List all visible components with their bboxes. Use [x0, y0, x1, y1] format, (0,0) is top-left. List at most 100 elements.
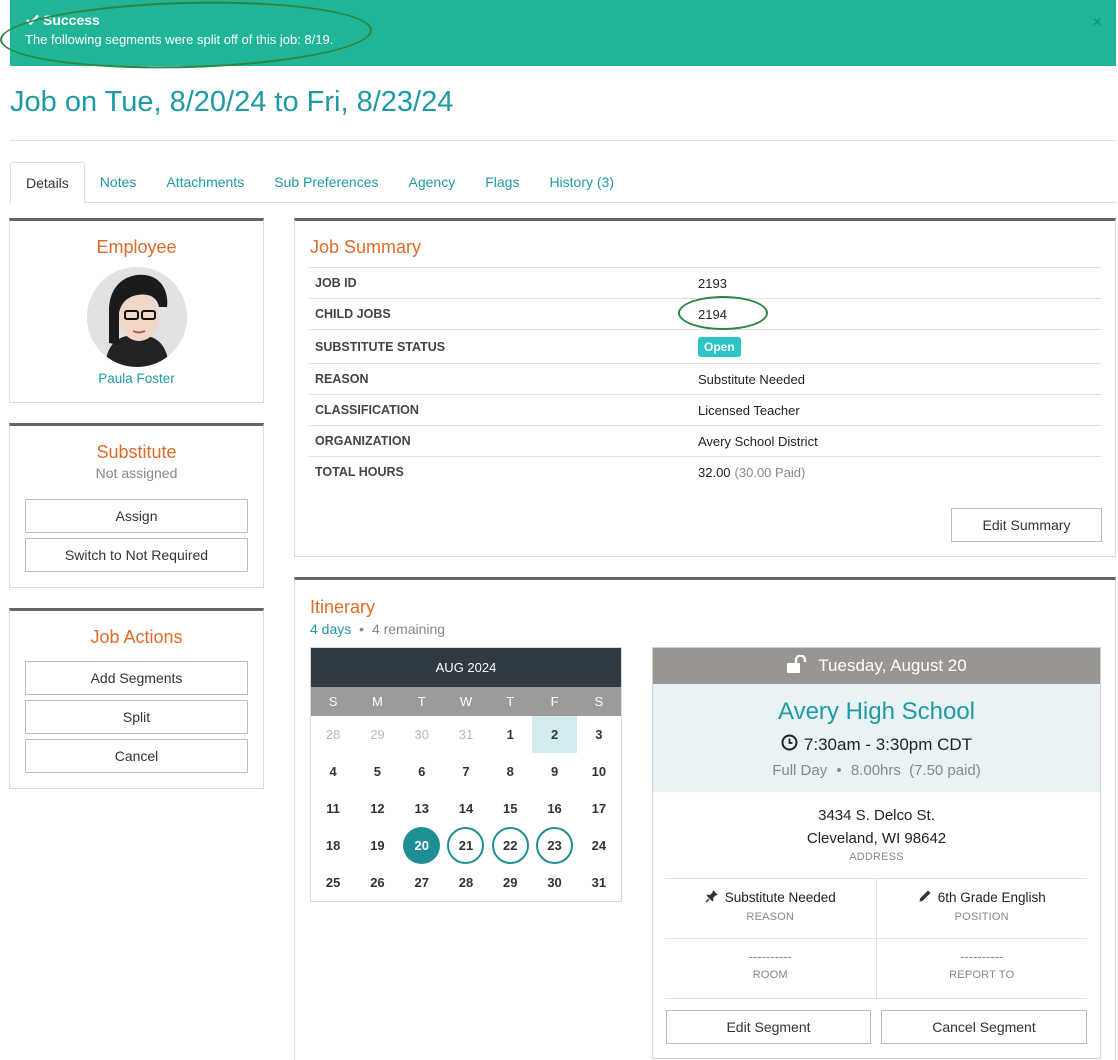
calendar-day-number: 18 [325, 838, 341, 853]
substitute-panel: Substitute Not assigned Assign Switch to… [9, 423, 264, 588]
cancel-job-button[interactable]: Cancel [25, 739, 248, 773]
school-name[interactable]: Avery High School [653, 698, 1100, 726]
divider [10, 140, 1116, 141]
segment-room: ---------- [748, 949, 792, 964]
calendar-day[interactable]: 9 [532, 753, 576, 790]
calendar-day[interactable]: 15 [488, 790, 532, 827]
calendar-day-number: 21 [447, 827, 485, 864]
success-alert: Success The following segments were spli… [10, 0, 1116, 66]
calendar-day-number: 20 [403, 827, 441, 864]
weekday-header: T [506, 694, 515, 709]
calendar-day[interactable]: 29 [488, 864, 532, 901]
add-segments-button[interactable]: Add Segments [25, 661, 248, 695]
calendar-day[interactable]: 5 [355, 753, 399, 790]
calendar-day-number: 11 [326, 801, 341, 816]
calendar-day-number: 19 [370, 838, 385, 853]
calendar-day[interactable]: 21 [444, 827, 488, 864]
split-button[interactable]: Split [25, 700, 248, 734]
calendar-day-number: 3 [595, 727, 603, 742]
calendar-day[interactable]: 7 [444, 753, 488, 790]
tab-history[interactable]: History (3) [534, 162, 629, 203]
calendar-day[interactable]: 12 [355, 790, 399, 827]
summary-row-total-hours: TOTAL HOURS 32.00 (30.00 Paid) [309, 456, 1101, 487]
calendar-day[interactable]: 3 [577, 716, 621, 753]
tab-details[interactable]: Details [10, 162, 85, 204]
calendar-day-number: 22 [491, 827, 529, 864]
cancel-segment-button[interactable]: Cancel Segment [881, 1010, 1087, 1044]
calendar-day[interactable]: 6 [400, 753, 444, 790]
calendar-day-number: 14 [458, 801, 474, 816]
unlock-icon[interactable] [786, 653, 808, 678]
employee-name-link[interactable]: Paula Foster [10, 371, 263, 386]
calendar-day[interactable]: 8 [488, 753, 532, 790]
calendar-day[interactable]: 27 [400, 864, 444, 901]
substitute-status: Not assigned [95, 465, 178, 481]
calendar-day[interactable]: 22 [488, 827, 532, 864]
calendar-day[interactable]: 25 [311, 864, 355, 901]
calendar-day[interactable]: 2 [532, 716, 577, 753]
calendar-day-number: 24 [591, 838, 607, 853]
calendar-day-number: 6 [418, 764, 426, 779]
calendar-day[interactable]: 24 [577, 827, 621, 864]
itinerary-panel: Itinerary 4 days • 4 remaining AUG 2024 … [294, 577, 1116, 1060]
calendar-day-number: 31 [458, 727, 474, 742]
switch-not-required-button[interactable]: Switch to Not Required [25, 538, 248, 572]
child-job-link[interactable]: 2194 [698, 307, 727, 322]
calendar-day[interactable]: 1 [488, 716, 532, 753]
job-actions-heading: Job Actions [90, 627, 183, 647]
check-icon [26, 12, 39, 28]
close-icon[interactable]: × [1093, 14, 1102, 32]
assign-button[interactable]: Assign [25, 499, 248, 533]
calendar-day[interactable]: 23 [532, 827, 576, 864]
segment-header: Tuesday, August 20 [653, 648, 1100, 684]
calendar-day[interactable]: 30 [400, 716, 444, 753]
edit-segment-button[interactable]: Edit Segment [666, 1010, 871, 1044]
tab-agency[interactable]: Agency [394, 162, 471, 203]
pushpin-icon [705, 889, 719, 906]
divider [665, 998, 1087, 999]
itinerary-heading: Itinerary [310, 597, 376, 617]
calendar-day[interactable]: 4 [311, 753, 355, 790]
avatar[interactable] [86, 267, 187, 367]
calendar-day-number: 15 [503, 801, 518, 816]
segment-info-row-2: ---------- ROOM ---------- REPORT TO [665, 938, 1087, 998]
calendar-day-number: 10 [591, 764, 607, 779]
tab-flags[interactable]: Flags [470, 162, 534, 203]
calendar-day-number: 13 [414, 801, 429, 816]
calendar-day[interactable]: 29 [355, 716, 399, 753]
calendar-day[interactable]: 10 [577, 753, 621, 790]
calendar-day[interactable]: 20 [400, 827, 444, 864]
segment-report-to: ---------- [960, 949, 1004, 964]
calendar-day[interactable]: 17 [577, 790, 621, 827]
calendar-day[interactable]: 11 [311, 790, 355, 827]
calendar-weekdays: SMTWTFS [311, 687, 621, 716]
summary-row-organization: ORGANIZATION Avery School District [309, 425, 1101, 456]
calendar-day[interactable]: 28 [311, 716, 355, 753]
tab-sub-preferences[interactable]: Sub Preferences [259, 162, 393, 203]
segment-position: 6th Grade English [937, 890, 1046, 905]
edit-summary-button[interactable]: Edit Summary [951, 508, 1102, 542]
employee-heading: Employee [96, 237, 177, 257]
weekday-header: F [550, 694, 559, 709]
summary-row-classification: CLASSIFICATION Licensed Teacher [309, 394, 1101, 425]
tab-notes[interactable]: Notes [85, 162, 152, 203]
weekday-header: T [417, 694, 426, 709]
calendar-day[interactable]: 14 [444, 790, 488, 827]
calendar-day-number: 28 [458, 875, 474, 890]
job-actions-panel: Job Actions Add Segments Split Cancel [9, 608, 264, 789]
calendar-day[interactable]: 19 [355, 827, 399, 864]
tab-attachments[interactable]: Attachments [151, 162, 259, 203]
calendar-day[interactable]: 31 [577, 864, 621, 901]
calendar-day[interactable]: 18 [311, 827, 355, 864]
calendar-day[interactable]: 26 [355, 864, 399, 901]
segment-info-row-1: Substitute Needed REASON 6th Grade Engli… [665, 878, 1087, 938]
calendar-day[interactable]: 28 [444, 864, 488, 901]
calendar-day[interactable]: 13 [400, 790, 444, 827]
status-badge: Open [698, 336, 741, 357]
calendar-day[interactable]: 30 [532, 864, 576, 901]
calendar-day[interactable]: 16 [532, 790, 576, 827]
calendar-day[interactable]: 31 [444, 716, 488, 753]
alert-title: Success [26, 12, 1100, 28]
organization-link[interactable]: Avery School District [698, 434, 818, 449]
calendar-day-number: 29 [370, 727, 385, 742]
